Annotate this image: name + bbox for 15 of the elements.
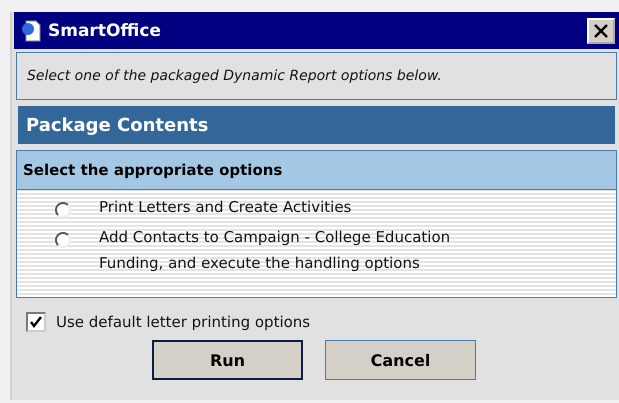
close-icon <box>593 22 609 38</box>
panel-heading: Select the appropriate options <box>17 151 616 190</box>
window-title: SmartOffice <box>48 20 162 40</box>
check-icon <box>29 315 43 329</box>
checkbox[interactable] <box>26 312 46 332</box>
checkbox-label: Use default letter printing options <box>56 313 310 331</box>
instruction-text: Select one of the packaged Dynamic Report options below. <box>16 52 617 100</box>
radio-button[interactable] <box>55 232 71 248</box>
run-button[interactable]: Run <box>152 340 303 380</box>
option-label: Print Letters and Create Activities <box>99 197 352 218</box>
close-button[interactable] <box>587 18 615 44</box>
section-header: Package Contents <box>18 106 615 144</box>
option-label: Add Contacts to Campaign - College Education Funding, and execute the handling options <box>99 227 452 274</box>
radio-button[interactable] <box>55 202 71 218</box>
cancel-button[interactable]: Cancel <box>325 340 476 380</box>
